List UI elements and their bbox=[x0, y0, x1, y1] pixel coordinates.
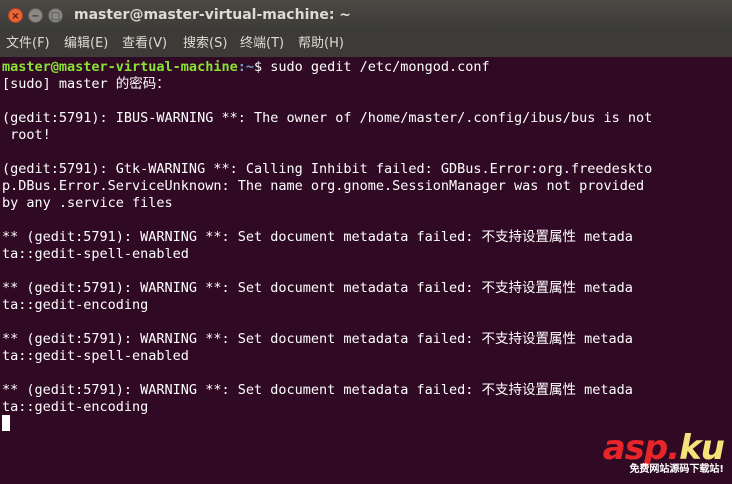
output-line: ta::gedit-spell-enabled bbox=[2, 348, 189, 364]
menu-edit[interactable]: 编辑(E) bbox=[64, 31, 108, 57]
output-line: root! bbox=[2, 127, 51, 143]
output-line: ta::gedit-spell-enabled bbox=[2, 246, 189, 262]
output-line: ta::gedit-encoding bbox=[2, 297, 149, 313]
title-bar[interactable]: × − □ master@master-virtual-machine: ~ bbox=[0, 0, 732, 32]
terminal-output[interactable]: master@master-virtual-machine:~$ sudo ge… bbox=[0, 57, 732, 484]
maximize-icon[interactable]: □ bbox=[48, 8, 63, 23]
watermark-dot: . bbox=[667, 428, 680, 468]
output-line: [sudo] master 的密码： bbox=[2, 76, 170, 92]
prompt-user-host: master@master-virtual-machine bbox=[2, 59, 238, 75]
output-line: ** (gedit:5791): WARNING **: Set documen… bbox=[2, 229, 633, 245]
terminal-window: × − □ master@master-virtual-machine: ~ 文… bbox=[0, 0, 732, 484]
output-line: ** (gedit:5791): WARNING **: Set documen… bbox=[2, 382, 633, 398]
prompt-command: sudo gedit /etc/mongod.conf bbox=[270, 59, 490, 75]
output-line: (gedit:5791): IBUS-WARNING **: The owner… bbox=[2, 110, 653, 126]
menu-file[interactable]: 文件(F) bbox=[6, 31, 50, 57]
watermark-logo: asp.ku 免费网站源码下载站! bbox=[602, 428, 725, 476]
prompt-line: master@master-virtual-machine:~$ sudo ge… bbox=[2, 59, 490, 76]
output-line: p.DBus.Error.ServiceUnknown: The name or… bbox=[2, 178, 645, 194]
prompt-path: :~ bbox=[237, 59, 254, 75]
menu-help[interactable]: 帮助(H) bbox=[298, 31, 344, 57]
watermark-ku: ku bbox=[679, 428, 725, 468]
watermark-asp: asp bbox=[602, 428, 669, 468]
menu-search[interactable]: 搜索(S) bbox=[183, 31, 227, 57]
output-line: by any .service files bbox=[2, 195, 173, 211]
output-line: (gedit:5791): Gtk-WARNING **: Calling In… bbox=[2, 161, 653, 177]
window-title: master@master-virtual-machine: ~ bbox=[74, 7, 352, 23]
prompt-symbol: $ bbox=[253, 59, 271, 75]
watermark-brand: asp.ku bbox=[602, 428, 725, 468]
minimize-icon[interactable]: − bbox=[28, 8, 43, 23]
menu-view[interactable]: 查看(V) bbox=[122, 31, 167, 57]
menu-terminal[interactable]: 终端(T) bbox=[240, 31, 284, 57]
menu-bar: 文件(F) 编辑(E) 查看(V) 搜索(S) 终端(T) 帮助(H) bbox=[0, 31, 732, 57]
close-icon[interactable]: × bbox=[8, 8, 23, 23]
output-line: ta::gedit-encoding bbox=[2, 399, 149, 415]
output-line: ** (gedit:5791): WARNING **: Set documen… bbox=[2, 280, 633, 296]
text-cursor bbox=[2, 415, 10, 431]
output-line: ** (gedit:5791): WARNING **: Set documen… bbox=[2, 331, 633, 347]
